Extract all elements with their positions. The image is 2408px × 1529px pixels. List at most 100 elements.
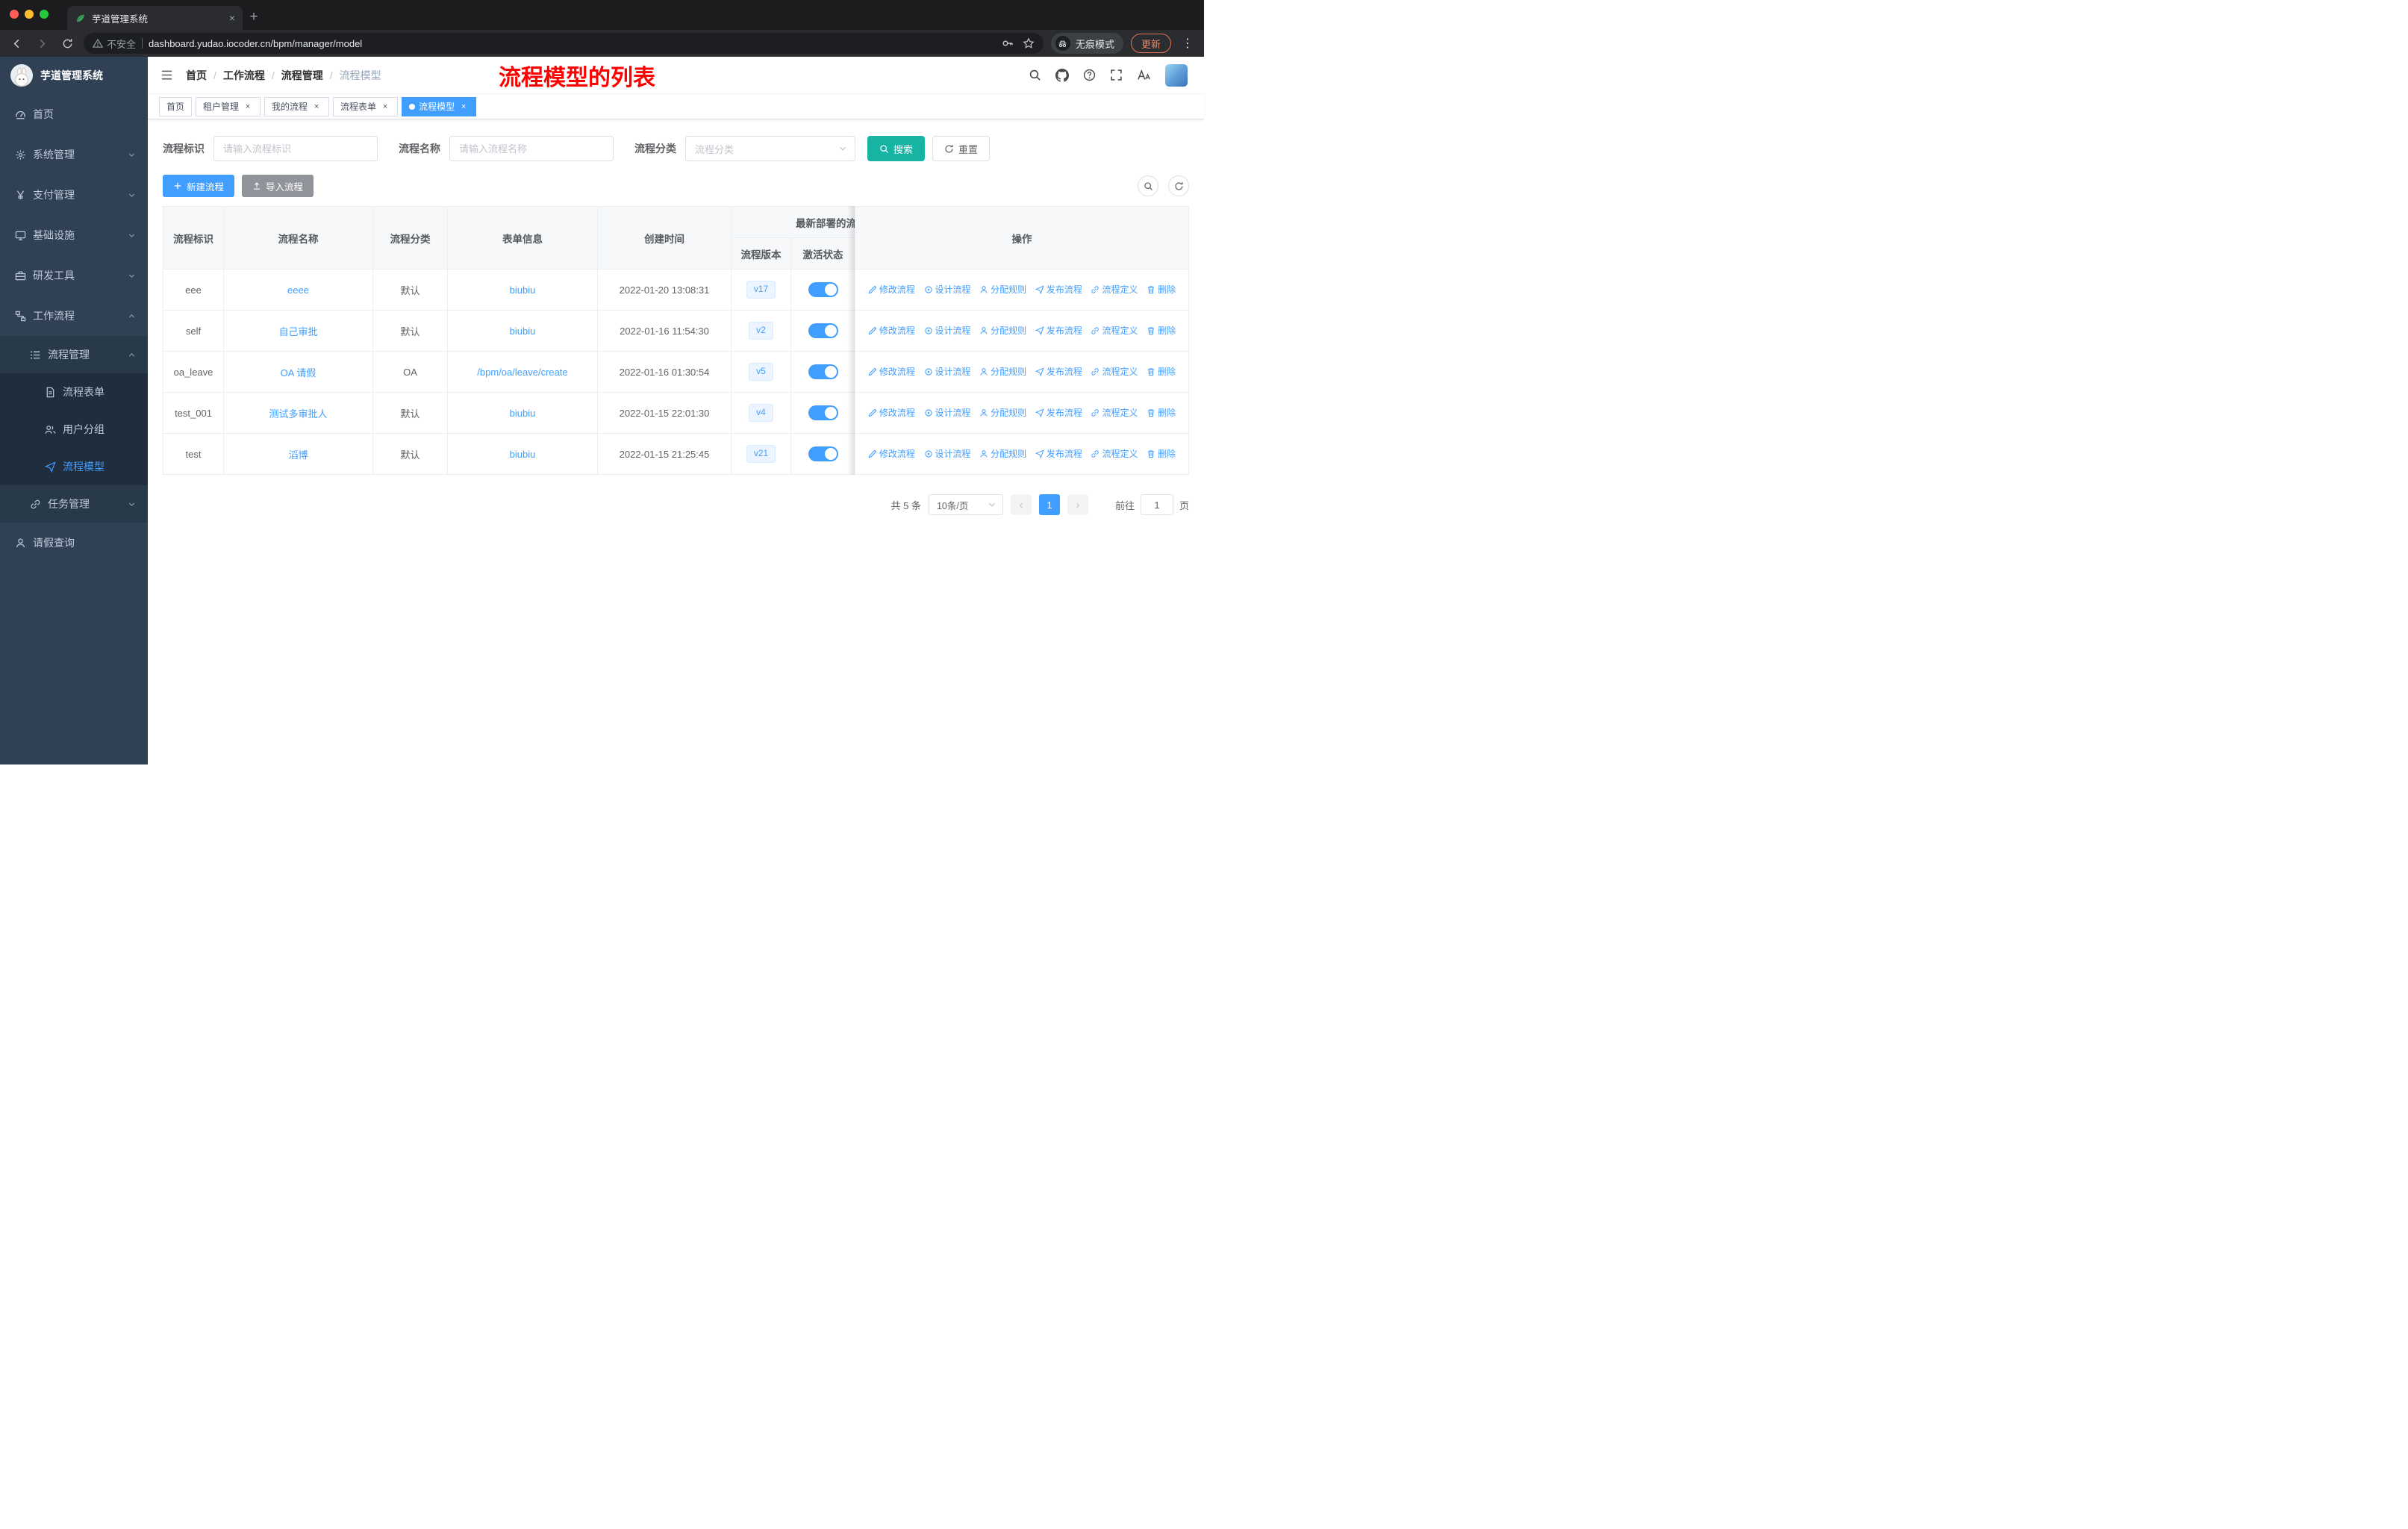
edit-process-link[interactable]: 修改流程	[868, 365, 915, 378]
github-icon[interactable]	[1055, 69, 1069, 82]
process-definition-link[interactable]: 流程定义	[1091, 406, 1138, 419]
active-toggle[interactable]	[808, 323, 838, 338]
assign-rule-link[interactable]: 分配规则	[979, 365, 1026, 378]
toggle-search-button[interactable]	[1138, 175, 1158, 196]
security-indicator[interactable]: 不安全	[93, 37, 136, 51]
assign-rule-link[interactable]: 分配规则	[979, 324, 1026, 337]
sidebar-item-workflow[interactable]: 工作流程	[0, 296, 148, 336]
zoom-window-button[interactable]	[40, 10, 49, 19]
form-info-link[interactable]: biubiu	[510, 408, 536, 419]
form-info-link[interactable]: biubiu	[510, 326, 536, 337]
edit-process-link[interactable]: 修改流程	[868, 324, 915, 337]
delete-process-link[interactable]: 删除	[1147, 447, 1176, 460]
sidebar-item-pay[interactable]: 支付管理	[0, 175, 148, 215]
design-process-link[interactable]: 设计流程	[924, 406, 971, 419]
process-name-link[interactable]: 自己审批	[278, 326, 317, 337]
tag-process-form[interactable]: 流程表单 ×	[333, 96, 399, 116]
publish-process-link[interactable]: 发布流程	[1035, 283, 1082, 296]
tag-close-icon[interactable]: ×	[458, 102, 469, 112]
sidebar-item-dev[interactable]: 研发工具	[0, 255, 148, 296]
process-definition-link[interactable]: 流程定义	[1091, 365, 1138, 378]
active-toggle[interactable]	[808, 282, 838, 297]
refresh-table-button[interactable]	[1168, 175, 1189, 196]
publish-process-link[interactable]: 发布流程	[1035, 406, 1082, 419]
delete-process-link[interactable]: 删除	[1147, 406, 1176, 419]
design-process-link[interactable]: 设计流程	[924, 447, 971, 460]
active-toggle[interactable]	[808, 364, 838, 379]
form-info-link[interactable]: biubiu	[510, 284, 536, 296]
design-process-link[interactable]: 设计流程	[924, 365, 971, 378]
tag-close-icon[interactable]: ×	[380, 102, 390, 112]
tag-process-model[interactable]: 流程模型 ×	[402, 96, 477, 116]
sidebar-item-process-model[interactable]: 流程模型	[0, 448, 148, 485]
address-bar[interactable]: 不安全 dashboard.yudao.iocoder.cn/bpm/manag…	[84, 33, 1044, 54]
sidebar-item-home[interactable]: 首页	[0, 94, 148, 134]
reset-button[interactable]: 重置	[932, 136, 991, 161]
active-toggle[interactable]	[808, 405, 838, 420]
publish-process-link[interactable]: 发布流程	[1035, 447, 1082, 460]
sidebar-item-leave-query[interactable]: 请假查询	[0, 523, 148, 563]
process-name-input[interactable]	[449, 136, 614, 161]
sidebar-item-process-mgmt[interactable]: 流程管理	[0, 336, 148, 373]
process-name-link[interactable]: 滔博	[288, 449, 308, 461]
font-size-icon[interactable]	[1137, 69, 1151, 81]
process-name-link[interactable]: 测试多审批人	[269, 408, 327, 420]
collapse-sidebar-icon[interactable]	[160, 68, 174, 82]
breadcrumb-process-mgmt[interactable]: 流程管理	[281, 68, 323, 83]
process-id-input[interactable]	[213, 136, 378, 161]
tab-close-icon[interactable]: ×	[229, 12, 235, 24]
tag-close-icon[interactable]: ×	[311, 102, 322, 112]
sidebar-item-infra[interactable]: 基础设施	[0, 215, 148, 255]
browser-menu-icon[interactable]: ⋮	[1179, 36, 1197, 51]
import-process-button[interactable]: 导入流程	[242, 175, 314, 197]
create-process-button[interactable]: 新建流程	[163, 175, 235, 197]
page-size-select[interactable]: 10条/页	[928, 494, 1003, 515]
page-number-button[interactable]: 1	[1038, 494, 1060, 515]
sidebar-item-process-form[interactable]: 流程表单	[0, 373, 148, 411]
active-toggle[interactable]	[808, 446, 838, 461]
breadcrumb-workflow[interactable]: 工作流程	[223, 68, 265, 83]
assign-rule-link[interactable]: 分配规则	[979, 447, 1026, 460]
user-avatar[interactable]	[1165, 63, 1188, 87]
forward-button[interactable]	[33, 34, 51, 52]
process-name-link[interactable]: OA 请假	[281, 367, 316, 379]
new-tab-button[interactable]: +	[243, 6, 265, 28]
assign-rule-link[interactable]: 分配规则	[979, 283, 1026, 296]
assign-rule-link[interactable]: 分配规则	[979, 406, 1026, 419]
tag-my-process[interactable]: 我的流程 ×	[264, 96, 330, 116]
password-key-icon[interactable]	[1002, 37, 1014, 49]
search-icon[interactable]	[1029, 69, 1041, 81]
design-process-link[interactable]: 设计流程	[924, 324, 971, 337]
fullscreen-icon[interactable]	[1110, 69, 1123, 81]
url-text[interactable]: dashboard.yudao.iocoder.cn/bpm/manager/m…	[149, 38, 996, 49]
category-select[interactable]: 流程分类	[685, 136, 855, 161]
reload-button[interactable]	[58, 34, 76, 52]
search-button[interactable]: 搜索	[867, 136, 926, 161]
minimize-window-button[interactable]	[25, 10, 34, 19]
design-process-link[interactable]: 设计流程	[924, 283, 971, 296]
chrome-update-button[interactable]: 更新	[1130, 34, 1171, 53]
breadcrumb-home[interactable]: 首页	[186, 68, 207, 83]
process-definition-link[interactable]: 流程定义	[1091, 447, 1138, 460]
edit-process-link[interactable]: 修改流程	[868, 447, 915, 460]
delete-process-link[interactable]: 删除	[1147, 283, 1176, 296]
publish-process-link[interactable]: 发布流程	[1035, 365, 1082, 378]
tag-tenant[interactable]: 租户管理 ×	[196, 96, 261, 116]
process-name-link[interactable]: eeee	[287, 284, 309, 296]
publish-process-link[interactable]: 发布流程	[1035, 324, 1082, 337]
sidebar-item-task-mgmt[interactable]: 任务管理	[0, 485, 148, 523]
process-definition-link[interactable]: 流程定义	[1091, 324, 1138, 337]
back-button[interactable]	[7, 34, 25, 52]
form-info-link[interactable]: biubiu	[510, 449, 536, 460]
close-window-button[interactable]	[10, 10, 19, 19]
process-definition-link[interactable]: 流程定义	[1091, 283, 1138, 296]
next-page-button[interactable]: ›	[1067, 494, 1088, 515]
help-icon[interactable]	[1083, 69, 1096, 81]
delete-process-link[interactable]: 删除	[1147, 365, 1176, 378]
delete-process-link[interactable]: 删除	[1147, 324, 1176, 337]
edit-process-link[interactable]: 修改流程	[868, 283, 915, 296]
goto-page-input[interactable]	[1140, 494, 1173, 515]
sidebar-item-system[interactable]: 系统管理	[0, 134, 148, 175]
form-info-link[interactable]: /bpm/oa/leave/create	[477, 367, 567, 378]
tag-home[interactable]: 首页	[159, 96, 193, 116]
